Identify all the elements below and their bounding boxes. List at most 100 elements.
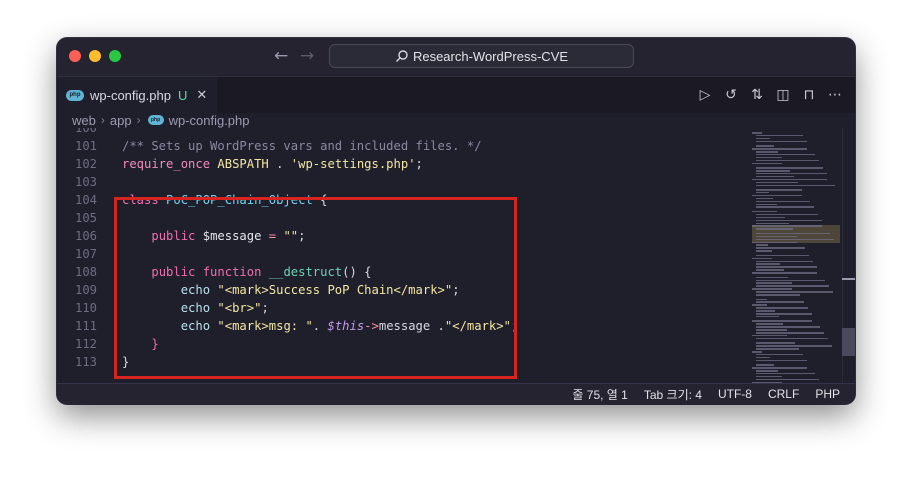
line-code: echo "<mark>Success PoP Chain</mark>";	[180, 283, 460, 297]
breadcrumb-folder-app[interactable]: app	[110, 113, 132, 128]
maximize-window-button[interactable]	[109, 50, 121, 62]
minimap-row	[756, 301, 804, 303]
minimap-row	[756, 254, 809, 257]
timeline-icon[interactable]: ↺	[723, 87, 739, 103]
minimap-row	[756, 172, 827, 175]
compare-icon[interactable]: ⇅	[749, 87, 765, 103]
minimap-row	[756, 315, 779, 318]
code-line[interactable]: 104 class PoC_POP_Chain_Object {	[57, 191, 747, 209]
minimap-row	[756, 175, 794, 178]
minimap-row	[756, 307, 808, 309]
minimap-row	[756, 213, 818, 216]
tab-bar: php wp-config.php U ✕ ▷ ↺ ⇅ ◫ ⊓ ⋯	[57, 77, 855, 113]
minimap-row	[752, 257, 772, 260]
code-line[interactable]: 101 /** Sets up WordPress vars and includ…	[57, 137, 747, 155]
line-number: 109	[74, 283, 97, 297]
line-code: echo "<mark>msg: ". $this->message ."</m…	[180, 319, 519, 333]
line-code: public function __destruct() {	[151, 265, 372, 279]
code-line[interactable]: 106 public $message = "";	[57, 227, 747, 245]
minimap-row	[756, 329, 787, 331]
minimap-row	[756, 216, 785, 219]
code-line[interactable]: 111 echo "<mark>msg: ". $this->message .…	[57, 317, 747, 335]
minimap-row	[752, 304, 767, 306]
code-line[interactable]: 107	[57, 245, 747, 263]
code-editor[interactable]: 100 101 /** Sets up WordPress vars and inc…	[57, 128, 855, 383]
minimap-row	[756, 332, 824, 334]
minimap-row	[756, 151, 778, 153]
code-line[interactable]: 113}	[57, 353, 747, 371]
line-code: }	[122, 355, 130, 369]
minimap-row	[752, 210, 777, 213]
minimap-row	[752, 272, 817, 274]
php-file-icon: php	[66, 89, 84, 101]
encoding[interactable]: UTF-8	[718, 387, 752, 401]
line-number: 105	[74, 211, 97, 225]
scrollbar-thumb[interactable]	[842, 328, 855, 356]
forward-arrow-icon[interactable]: →	[300, 46, 314, 66]
minimap-row	[756, 244, 768, 246]
line-code: /** Sets up WordPress vars and included …	[122, 139, 482, 153]
line-number: 100	[74, 128, 97, 135]
breadcrumb-folder-web[interactable]: web	[72, 113, 96, 128]
line-number: 101	[74, 139, 97, 153]
minimap-row	[752, 367, 807, 369]
minimap[interactable]	[752, 128, 842, 388]
minimap-row	[756, 156, 782, 159]
close-icon[interactable]: ✕	[196, 87, 207, 103]
breadcrumb-file[interactable]: wp-config.php	[169, 113, 250, 128]
minimap-row	[756, 291, 833, 293]
minimap-row	[756, 134, 803, 137]
back-arrow-icon[interactable]: ←	[274, 46, 288, 66]
unlock-icon[interactable]: ⊓	[801, 87, 817, 103]
cursor-position[interactable]: 줄 75, 열 1	[572, 386, 627, 403]
line-ending[interactable]: CRLF	[768, 387, 799, 401]
code-line[interactable]: 102 require_once ABSPATH . 'wp-settings.p…	[57, 155, 747, 173]
more-icon[interactable]: ⋯	[827, 87, 843, 103]
minimap-row	[756, 348, 799, 350]
minimap-row	[756, 219, 822, 222]
minimap-row	[756, 184, 835, 186]
code-line[interactable]: 110 echo "<br>";	[57, 299, 747, 317]
minimap-row	[756, 375, 782, 378]
minimize-window-button[interactable]	[89, 50, 101, 62]
split-editor-icon[interactable]: ◫	[775, 87, 791, 103]
code-line[interactable]: 105	[57, 209, 747, 227]
line-number: 104	[74, 193, 97, 207]
command-center-search[interactable]: Research-WordPress-CVE	[329, 44, 634, 68]
line-number: 113	[74, 355, 97, 369]
minimap-row	[756, 260, 813, 262]
minimap-row	[756, 200, 810, 203]
minimap-row	[756, 359, 807, 362]
minimap-row	[752, 288, 792, 290]
code-line[interactable]: 112 }	[57, 335, 747, 353]
code-line[interactable]: 109 echo "<mark>Success PoP Chain</mark>…	[57, 281, 747, 299]
close-window-button[interactable]	[69, 50, 81, 62]
language-mode[interactable]: PHP	[815, 387, 840, 401]
minimap-row	[756, 247, 805, 249]
tab-size[interactable]: Tab 크기: 4	[644, 386, 702, 403]
minimap-row	[752, 320, 812, 322]
minimap-row	[756, 235, 797, 238]
code-line[interactable]: 103	[57, 173, 747, 191]
minimap-row	[756, 167, 823, 169]
minimap-row	[752, 334, 787, 337]
line-number: 112	[74, 337, 97, 351]
search-icon	[395, 50, 408, 62]
minimap-row	[756, 206, 814, 208]
chevron-right-icon: ›	[100, 113, 105, 127]
line-code: require_once ABSPATH . 'wp-settings.php'…	[122, 157, 423, 171]
minimap-row	[756, 263, 780, 265]
minimap-row	[756, 153, 815, 156]
line-number: 108	[74, 265, 97, 279]
minimap-row	[756, 276, 788, 279]
line-number: 103	[74, 175, 97, 189]
minimap-row	[756, 232, 830, 235]
minimap-row	[756, 294, 800, 296]
code-line[interactable]: 108 public function __destruct() {	[57, 263, 747, 281]
minimap-row	[756, 269, 784, 271]
tab-wp-config[interactable]: php wp-config.php U ✕	[57, 77, 217, 113]
minimap-row	[756, 279, 825, 281]
code-line[interactable]: 100	[57, 128, 747, 137]
minimap-row	[752, 132, 762, 134]
run-icon[interactable]: ▷	[697, 87, 713, 103]
